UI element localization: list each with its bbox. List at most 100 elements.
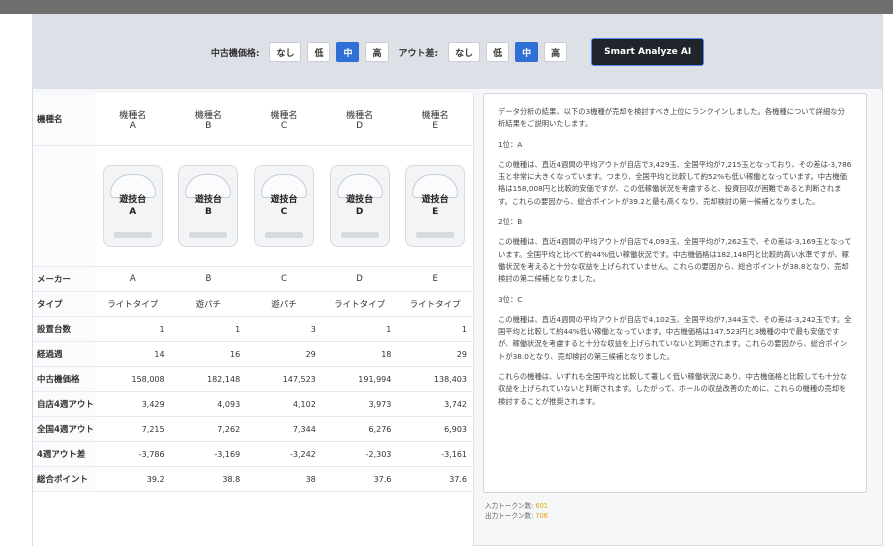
machine-image-label: 遊技台 E (421, 195, 449, 217)
output-token-line: 出力トークン数: 706 (485, 511, 548, 521)
used-price-mid-button[interactable]: 中 (336, 42, 360, 62)
machine-name: 機種名 D (321, 93, 398, 146)
row-label: 設置台数 (33, 316, 95, 342)
out-diff-high-button[interactable]: 高 (544, 42, 568, 62)
maker-cell: C (246, 266, 322, 292)
row-label: タイプ (33, 291, 95, 317)
score-cell: 37.6 (397, 466, 473, 492)
machine-image: 遊技台 B (178, 165, 239, 247)
out-diff-none-button[interactable]: なし (448, 42, 481, 62)
analysis-rank-heading: 1位：A (498, 139, 523, 149)
table-row: 全国4週アウト 7,215 7,262 7,344 6,276 6,903 (33, 416, 473, 442)
national-out-cell: 7,215 (95, 416, 171, 442)
row-label: メーカー (33, 266, 95, 292)
units-cell: 3 (246, 316, 322, 342)
weeks-cell: 16 (170, 341, 247, 367)
used-price-cell: 138,403 (397, 366, 473, 392)
machine-table-container: 機種名 機種名 A 機種名 B 機種名 C 機種名 D 機種名 E 遊技台 A … (33, 93, 474, 547)
national-out-cell: 6,903 (397, 416, 473, 442)
analysis-conclusion: これらの機種は、いずれも全国平均と比較して著しく低い稼働状況にあり、中古機価格と… (498, 372, 848, 406)
machine-table: 機種名 機種名 A 機種名 B 機種名 C 機種名 D 機種名 E 遊技台 A … (33, 93, 473, 492)
machine-image: 遊技台 C (253, 165, 314, 247)
table-row: 設置台数 1 1 3 1 1 (33, 316, 473, 342)
weeks-cell: 18 (321, 341, 398, 367)
used-price-cell: 182,148 (170, 366, 247, 392)
machine-name: 機種名 B (170, 93, 247, 146)
diff-cell: -3,786 (95, 441, 171, 467)
table-row: 遊技台 A 遊技台 B 遊技台 C 遊技台 D 遊技台 E (33, 145, 473, 267)
row-label (33, 145, 95, 267)
type-cell: ライトタイプ (397, 291, 473, 317)
row-label: 総合ポイント (33, 466, 95, 492)
row-label: 機種名 (33, 93, 95, 146)
units-cell: 1 (397, 316, 473, 342)
diff-cell: -3,161 (397, 441, 473, 467)
machine-name: 機種名 C (246, 93, 322, 146)
row-label: 全国4週アウト (33, 416, 95, 442)
out-diff-label: アウト差: (398, 48, 439, 59)
out-diff-low-button[interactable]: 低 (486, 42, 510, 62)
analysis-intro: データ分析の結果、以下の3機種が売却を検討すべき上位にランクインしました。各機種… (498, 107, 845, 129)
weeks-cell: 29 (397, 341, 473, 367)
table-row: タイプ ライトタイプ 遊パチ 遊パチ ライトタイプ ライトタイプ (33, 291, 473, 317)
input-token-label: 入力トークン数: (485, 502, 534, 510)
used-price-none-button[interactable]: なし (269, 42, 302, 62)
table-row: 機種名 機種名 A 機種名 B 機種名 C 機種名 D 機種名 E (33, 93, 473, 146)
machine-image: 遊技台 E (405, 165, 466, 247)
machine-image-label: 遊技台 B (194, 195, 222, 217)
maker-cell: D (321, 266, 398, 292)
store-out-cell: 4,102 (246, 391, 322, 417)
diff-cell: -2,303 (321, 441, 398, 467)
out-diff-filter: アウト差: なし 低 中 高 (399, 42, 568, 62)
machine-image-label: 遊技台 A (119, 195, 147, 217)
maker-cell: B (170, 266, 247, 292)
table-row: 経過週 14 16 29 18 29 (33, 341, 473, 367)
row-label: 4週アウト差 (33, 441, 95, 467)
score-cell: 37.6 (321, 466, 398, 492)
machine-image-cell: 遊技台 D (321, 145, 398, 267)
smart-analyze-ai-button[interactable]: Smart Analyze AI (591, 38, 705, 66)
out-diff-mid-button[interactable]: 中 (515, 42, 539, 62)
machine-image-cell: 遊技台 E (397, 145, 473, 267)
store-out-cell: 4,093 (170, 391, 247, 417)
analysis-paragraph: この機種は、直近4週間の平均アウトが自店で3,429玉、全国平均が7,215玉と… (498, 159, 852, 206)
table-row: 中古機価格 158,008 182,148 147,523 191,994 13… (33, 366, 473, 392)
score-cell: 38.8 (170, 466, 247, 492)
national-out-cell: 7,262 (170, 416, 247, 442)
store-out-cell: 3,429 (95, 391, 171, 417)
filter-toolbar: 中古機価格: なし 低 中 高 アウト差: なし 低 中 高 Smart Ana… (33, 15, 882, 89)
analysis-paragraph: この機種は、直近4週間の平均アウトが自店で4,102玉、全国平均が7,344玉で… (498, 314, 852, 361)
units-cell: 1 (321, 316, 398, 342)
national-out-cell: 7,344 (246, 416, 322, 442)
window-top-bar (0, 0, 893, 14)
analysis-paragraph: この機種は、直近4週間の平均アウトが自店で4,093玉、全国平均が7,262玉で… (498, 237, 852, 284)
score-cell: 39.2 (95, 466, 171, 492)
weeks-cell: 14 (95, 341, 171, 367)
used-price-cell: 158,008 (95, 366, 171, 392)
used-price-filter: 中古機価格: なし 低 中 高 (211, 42, 389, 62)
machine-image-label: 遊技台 D (346, 195, 374, 217)
machine-name: 機種名 A (95, 93, 171, 146)
store-out-cell: 3,973 (321, 391, 398, 417)
row-label: 自店4週アウト (33, 391, 95, 417)
weeks-cell: 29 (246, 341, 322, 367)
machine-image-cell: 遊技台 A (95, 145, 171, 267)
used-price-label: 中古機価格: (210, 48, 260, 59)
used-price-low-button[interactable]: 低 (307, 42, 331, 62)
app-shell: 中古機価格: なし 低 中 高 アウト差: なし 低 中 高 Smart Ana… (32, 14, 883, 547)
machine-image: 遊技台 A (102, 165, 163, 247)
token-counts: 入力トークン数: 601 出力トークン数: 706 (485, 501, 548, 521)
output-token-value: 706 (535, 512, 548, 520)
score-cell: 38 (246, 466, 322, 492)
analysis-rank-heading: 3位：C (498, 294, 523, 304)
input-token-value: 601 (535, 502, 548, 510)
used-price-high-button[interactable]: 高 (365, 42, 389, 62)
output-token-label: 出力トークン数: (485, 512, 534, 520)
analysis-result-panel: データ分析の結果、以下の3機種が売却を検討すべき上位にランクインしました。各機種… (483, 93, 867, 493)
row-label: 中古機価格 (33, 366, 95, 392)
type-cell: ライトタイプ (95, 291, 171, 317)
store-out-cell: 3,742 (397, 391, 473, 417)
type-cell: 遊パチ (246, 291, 322, 317)
machine-image-cell: 遊技台 C (246, 145, 322, 267)
national-out-cell: 6,276 (321, 416, 398, 442)
